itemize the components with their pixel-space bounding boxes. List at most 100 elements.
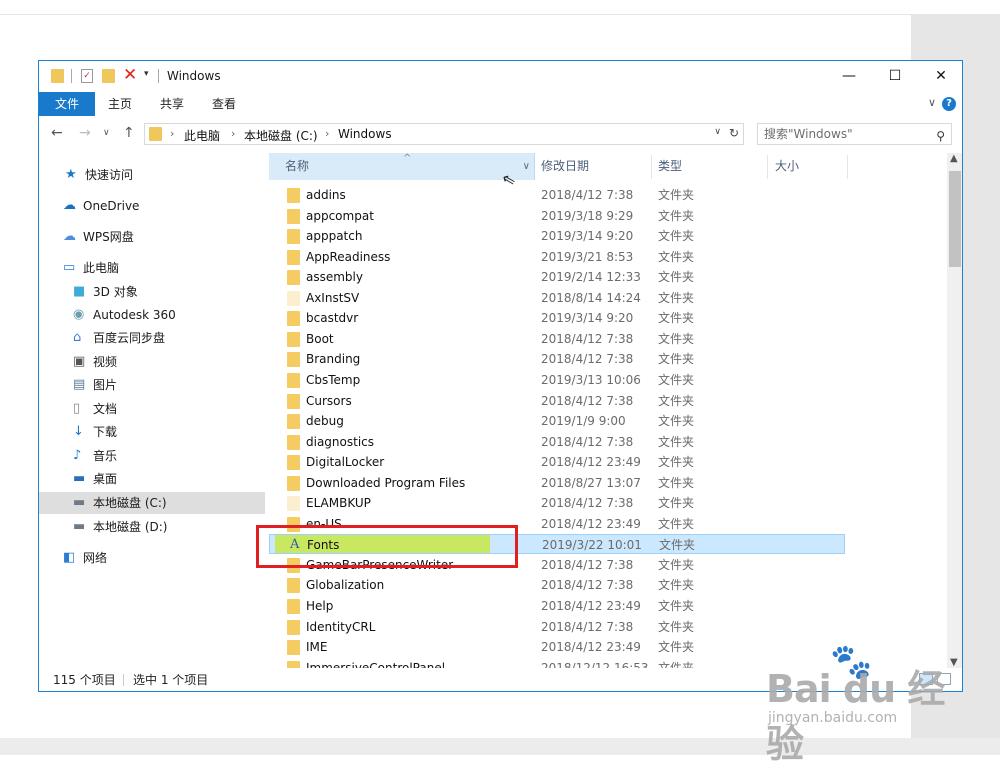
expand-ribbon-icon[interactable]: ∨ [928,96,936,109]
file-name: Cursors [306,393,352,408]
file-row[interactable]: Branding 2018/4/12 7:38 文件夹 [269,349,845,369]
file-row[interactable]: Downloaded Program Files 2018/8/27 13:07 文… [269,473,845,493]
breadcrumb-this-pc[interactable]: 此电脑 [184,127,220,144]
customize-quick-access-icon[interactable]: ▾ [144,69,149,79]
help-icon[interactable]: ? [942,97,956,111]
search-input[interactable]: 搜索"Windows" ⚲ [757,123,952,145]
network-icon: ◧ [63,550,76,565]
address-bar[interactable]: › 此电脑 › 本地磁盘 (C:) › Windows ∨ ↻ [144,123,744,145]
folder-icon [287,311,300,327]
column-header-date[interactable]: 修改日期 [541,153,589,180]
file-type: 文件夹 [658,352,695,367]
file-date: 2019/3/18 9:29 [541,208,634,223]
column-header-name[interactable]: ^ 名称 ∨ [269,153,535,180]
file-type: 文件夹 [658,290,695,305]
back-icon[interactable]: ← [51,125,63,141]
file-row[interactable]: ImmersiveControlPanel 2018/12/12 16:53 文件夹 [269,658,845,668]
nav-item[interactable]: ▭ 此电脑 [39,257,265,279]
file-row[interactable]: addins 2018/4/12 7:38 文件夹 [269,185,845,205]
nav-item[interactable]: ▬ 桌面 [39,468,265,490]
nav-item[interactable]: ☁ WPS网盘 [39,226,265,248]
pictures-icon: ▤ [73,377,86,392]
scroll-up-icon[interactable]: ▲ [950,153,958,164]
file-row[interactable]: Cursors 2018/4/12 7:38 文件夹 [269,391,845,411]
file-row[interactable]: IdentityCRL 2018/4/12 7:38 文件夹 [269,617,845,637]
file-row[interactable]: Help 2018/4/12 23:49 文件夹 [269,596,845,616]
chevron-right-icon[interactable]: › [325,127,329,140]
file-date: 2018/12/12 16:53 [541,660,649,668]
file-row[interactable]: AppReadiness 2019/3/21 8:53 文件夹 [269,247,845,267]
nav-item[interactable]: ⌂ 百度云同步盘 [39,327,265,349]
breadcrumb-local-disk-c[interactable]: 本地磁盘 (C:) [244,127,318,144]
file-date: 2018/4/12 23:49 [541,455,641,470]
tab-home[interactable]: 主页 [108,92,132,116]
column-divider[interactable] [651,155,652,179]
tab-share[interactable]: 共享 [160,92,184,116]
annotation-highlight-box [256,525,518,568]
folder-icon [287,372,300,388]
forward-icon[interactable]: → [79,125,91,141]
nav-item[interactable]: ▯ 文档 [39,398,265,420]
file-row[interactable]: DigitalLocker 2018/4/12 23:49 文件夹 [269,452,845,472]
maximize-button[interactable]: ☐ [872,61,918,91]
breadcrumb-windows[interactable]: Windows [338,127,392,141]
file-row[interactable]: appcompat 2019/3/18 9:29 文件夹 [269,206,845,226]
column-divider[interactable] [767,155,768,179]
folder-icon [287,414,300,430]
file-name: debug [306,414,344,429]
nav-item-label: 图片 [93,378,118,392]
folder-icon [287,599,300,614]
refresh-icon[interactable]: ↻ [729,126,739,140]
vertical-scrollbar[interactable]: ▲ ▼ [947,153,962,668]
column-filter-icon[interactable]: ∨ [523,153,530,180]
video-icon: ▣ [73,354,86,369]
nav-item[interactable]: ◧ 网络 [39,547,265,569]
column-divider[interactable] [847,155,848,179]
nav-item[interactable]: ▣ 视频 [39,351,265,373]
file-row[interactable]: Globalization 2018/4/12 7:38 文件夹 [269,575,845,595]
nav-item[interactable]: ★ 快速访问 [39,164,265,186]
nav-item[interactable]: ▬ 本地磁盘 (D:) [39,516,265,538]
search-icon[interactable]: ⚲ [936,126,945,146]
up-icon[interactable]: ↑ [123,125,135,141]
file-row[interactable]: debug 2019/1/9 9:00 文件夹 [269,411,845,431]
file-date: 2018/4/12 7:38 [541,496,634,511]
column-header-type[interactable]: 类型 [658,153,682,180]
tab-view[interactable]: 查看 [212,92,236,116]
nav-item[interactable]: ■ 3D 对象 [39,281,265,303]
tab-file[interactable]: 文件 [39,92,95,116]
file-type: 文件夹 [658,208,695,223]
file-row[interactable]: CbsTemp 2019/3/13 10:06 文件夹 [269,370,845,390]
new-folder-icon[interactable] [102,69,115,83]
nav-item[interactable]: ▤ 图片 [39,374,265,396]
nav-item-label: 音乐 [93,449,118,463]
file-name: ImmersiveControlPanel [306,660,446,668]
file-row[interactable]: IME 2018/4/12 23:49 文件夹 [269,637,845,657]
file-row[interactable]: bcastdvr 2019/3/14 9:20 文件夹 [269,308,845,328]
minimize-button[interactable]: — [826,61,872,91]
recent-locations-icon[interactable]: ∨ [103,128,110,138]
file-row[interactable]: AxInstSV 2018/8/14 14:24 文件夹 [269,288,845,308]
nav-item[interactable]: ↓ 下载 [39,421,265,443]
nav-item[interactable]: ☁ OneDrive [39,195,265,217]
ribbon-tabs: 文件 主页 共享 查看 ∨ ? [39,92,962,116]
navigation-pane: ★ 快速访问 ☁ OneDrive ☁ WPS网盘 ▭ 此电脑 ■ 3D 对象 ◉ Autodesk … [39,153,265,658]
file-row[interactable]: diagnostics 2018/4/12 7:38 文件夹 [269,432,845,452]
scroll-thumb[interactable] [949,171,961,267]
nav-item[interactable]: ♪ 音乐 [39,445,265,467]
file-date: 2019/3/14 9:20 [541,311,634,326]
close-button[interactable]: ✕ [918,61,962,91]
chevron-right-icon[interactable]: › [170,127,174,140]
file-row[interactable]: ELAMBKUP 2018/4/12 7:38 文件夹 [269,493,845,513]
file-row[interactable]: Boot 2018/4/12 7:38 文件夹 [269,329,845,349]
delete-icon[interactable]: ✕ [123,65,137,85]
properties-icon[interactable]: ✓ [81,69,93,83]
address-dropdown-icon[interactable]: ∨ [714,127,721,137]
nav-item[interactable]: ▬ 本地磁盘 (C:) [39,492,265,514]
column-header-size[interactable]: 大小 [775,153,799,180]
chevron-right-icon[interactable]: › [231,127,235,140]
file-row[interactable]: apppatch 2019/3/14 9:20 文件夹 [269,226,845,246]
address-row: ← → ∨ ↑ › 此电脑 › 本地磁盘 (C:) › Windows ∨ ↻ … [39,121,962,147]
file-row[interactable]: assembly 2019/2/14 12:33 文件夹 [269,267,845,287]
nav-item[interactable]: ◉ Autodesk 360 [39,304,265,326]
